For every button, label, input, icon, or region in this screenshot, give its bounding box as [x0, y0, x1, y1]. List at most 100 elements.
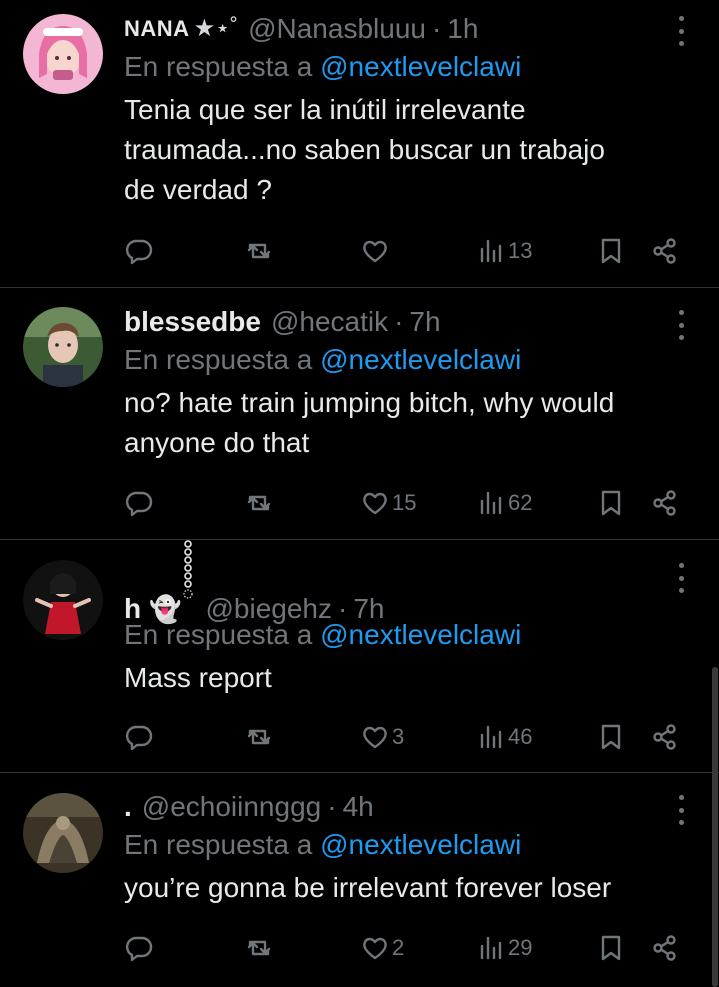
avatar-image [23, 307, 103, 387]
bead-string-icon [183, 540, 193, 599]
avatar[interactable] [23, 14, 103, 94]
handle[interactable]: @Nanasbluuu [248, 12, 426, 46]
handle[interactable]: @echoiinnggg [142, 790, 321, 824]
reply-context: En respuesta a @nextlevelclawi [124, 343, 679, 377]
reply-icon [125, 239, 153, 265]
action-bar: 3 46 [124, 719, 719, 755]
separator: · [431, 13, 442, 44]
like-button[interactable]: 2 [360, 930, 404, 966]
timestamp[interactable]: 4h [343, 790, 374, 824]
heart-icon [363, 937, 387, 960]
display-name[interactable]: . [124, 790, 132, 824]
display-name[interactable]: blessedbe [124, 305, 261, 339]
retweet-button[interactable] [244, 930, 274, 966]
views-button[interactable]: 46 [476, 719, 532, 755]
tweet[interactable]: NANA ★⋆˚ @Nanasbluuu · 1h En respuesta a… [0, 0, 719, 288]
reply-icon [125, 936, 153, 962]
tweet-content: . @echoiinnggg · 4h En respuesta a @next… [124, 790, 679, 908]
views-button[interactable]: 62 [476, 485, 532, 521]
views-button[interactable]: 13 [476, 233, 532, 269]
display-name[interactable]: NANA [124, 12, 190, 46]
avatar[interactable] [23, 307, 103, 387]
timestamp[interactable]: 7h [353, 592, 384, 626]
tweet-text-line: you’re gonna be irrelevant forever loser [124, 872, 612, 903]
more-options-icon[interactable] [677, 563, 685, 593]
display-name[interactable]: h [124, 592, 141, 626]
avatar-image [23, 560, 103, 640]
tweet-text-line: anyone do that [124, 427, 310, 458]
tweet-header: h 👻 @biegehz · 7h [124, 540, 679, 626]
retweet-button[interactable] [244, 485, 274, 521]
scrollbar[interactable] [712, 667, 718, 987]
views-icon [480, 936, 502, 960]
bookmark-button[interactable] [596, 233, 626, 269]
separator: · [394, 306, 404, 337]
tweet[interactable]: blessedbe @hecatik · 7h En respuesta a @… [0, 288, 719, 540]
tweet-text: Tenia que ser la inútil irrelevante trau… [124, 90, 679, 210]
bookmark-button[interactable] [596, 930, 626, 966]
like-count: 15 [392, 490, 417, 515]
heart-icon [363, 492, 387, 515]
share-button[interactable] [650, 233, 680, 269]
views-button[interactable]: 29 [476, 930, 532, 966]
share-icon [653, 935, 676, 961]
reply-context: En respuesta a @nextlevelclawi [124, 50, 679, 84]
avatar[interactable] [23, 793, 103, 873]
more-options-icon[interactable] [677, 310, 685, 340]
views-icon [480, 725, 502, 749]
view-count: 13 [508, 238, 533, 263]
like-button[interactable]: 3 [360, 719, 404, 755]
reply-button[interactable] [124, 719, 154, 755]
tweet-content: blessedbe @hecatik · 7h En respuesta a @… [124, 305, 679, 463]
reply-button[interactable] [124, 233, 154, 269]
bookmark-button[interactable] [596, 485, 626, 521]
bookmark-icon [601, 238, 621, 264]
avatar[interactable] [23, 560, 103, 640]
tweet[interactable]: . @echoiinnggg · 4h En respuesta a @next… [0, 773, 719, 987]
tweet-header: NANA ★⋆˚ @Nanasbluuu · 1h [124, 12, 679, 46]
tweet-header: . @echoiinnggg · 4h [124, 790, 679, 824]
reply-to-link[interactable]: @nextlevelclawi [320, 51, 521, 82]
retweet-button[interactable] [244, 233, 274, 269]
tweet-text-line: no? hate train jumping bitch, why would [124, 387, 615, 418]
timestamp[interactable]: 7h [409, 305, 440, 339]
tweet-text-line: Mass report [124, 662, 272, 693]
replies-feed: NANA ★⋆˚ @Nanasbluuu · 1h En respuesta a… [0, 0, 719, 987]
tweet-content: NANA ★⋆˚ @Nanasbluuu · 1h En respuesta a… [124, 12, 679, 210]
handle[interactable]: @hecatik [271, 305, 388, 339]
ghost-emoji: 👻 [149, 594, 182, 624]
view-count: 62 [508, 490, 533, 515]
view-count: 29 [508, 935, 533, 960]
tweet[interactable]: h 👻 @biegehz · 7h En respuesta a @nextle… [0, 540, 719, 773]
timestamp[interactable]: 1h [447, 12, 478, 46]
bookmark-button[interactable] [596, 719, 626, 755]
more-options-icon[interactable] [677, 795, 685, 825]
like-count: 3 [392, 724, 405, 749]
share-button[interactable] [650, 719, 680, 755]
views-icon [480, 239, 502, 263]
name-decoration: ★⋆˚ [193, 15, 239, 42]
like-count: 2 [392, 935, 405, 960]
bookmark-icon [601, 724, 621, 750]
reply-to-link[interactable]: @nextlevelclawi [320, 344, 521, 375]
like-button[interactable]: 15 [360, 485, 416, 521]
tweet-text: you’re gonna be irrelevant forever loser [124, 868, 679, 908]
more-options-icon[interactable] [677, 16, 685, 46]
reply-icon [125, 725, 153, 751]
reply-button[interactable] [124, 930, 154, 966]
tweet-header: blessedbe @hecatik · 7h [124, 305, 679, 339]
action-bar: 2 29 [124, 930, 719, 966]
reply-button[interactable] [124, 485, 154, 521]
tweet-text-line: traumada...no saben buscar un trabajo [124, 134, 605, 165]
handle[interactable]: @biegehz [205, 592, 332, 626]
tweet-text: no? hate train jumping bitch, why would … [124, 383, 679, 463]
share-button[interactable] [650, 485, 680, 521]
retweet-button[interactable] [244, 719, 274, 755]
action-bar: 15 62 [124, 485, 719, 521]
retweet-icon [247, 243, 271, 259]
reply-to-link[interactable]: @nextlevelclawi [320, 829, 521, 860]
share-button[interactable] [650, 930, 680, 966]
views-icon [480, 491, 502, 515]
separator: · [327, 791, 337, 822]
like-button[interactable] [360, 233, 392, 269]
